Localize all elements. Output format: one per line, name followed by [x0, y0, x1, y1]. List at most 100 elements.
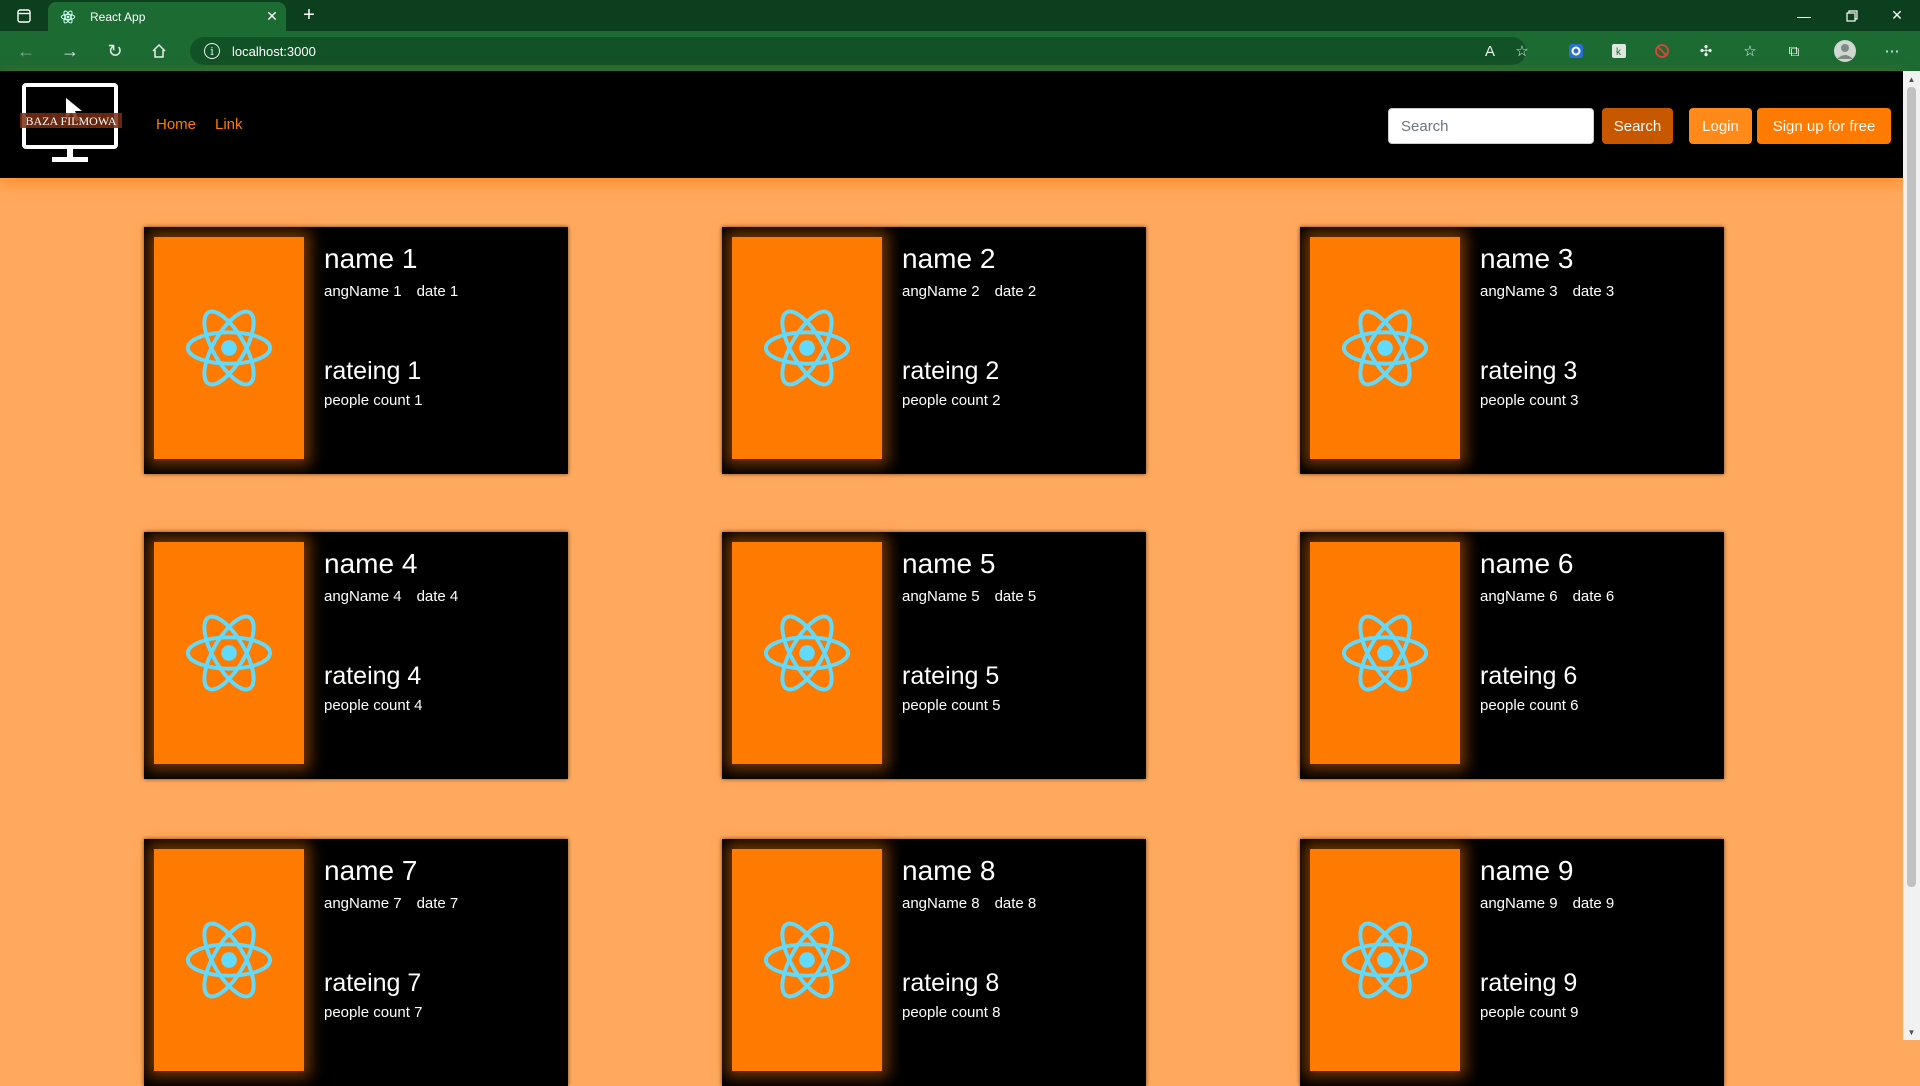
movie-card[interactable]: name 8 angName 8 date 8 rateing 8 people …: [722, 839, 1146, 1086]
signup-button[interactable]: Sign up for free: [1757, 108, 1891, 144]
movie-name: name 1: [324, 243, 418, 274]
movie-date: date 4: [416, 588, 459, 605]
movie-rating: rateing 2: [902, 357, 1000, 385]
add-favorite-icon[interactable]: ☆: [1510, 39, 1534, 63]
search-input[interactable]: [1388, 108, 1594, 144]
movie-people-count: people count 1: [324, 392, 423, 409]
movie-name: name 9: [1480, 855, 1574, 886]
extension-k-icon[interactable]: k: [1607, 39, 1631, 63]
movie-poster: [154, 542, 304, 764]
new-tab-icon[interactable]: +: [296, 4, 322, 28]
nav-link-home[interactable]: Home: [156, 116, 196, 133]
movie-date: date 5: [994, 588, 1037, 605]
movie-card[interactable]: name 7 angName 7 date 7 rateing 7 people …: [144, 839, 568, 1086]
movie-rating: rateing 6: [1480, 662, 1578, 690]
nav-link-link[interactable]: Link: [215, 116, 243, 133]
movie-people-count: people count 3: [1480, 392, 1579, 409]
movie-people-count: people count 5: [902, 697, 1001, 714]
forward-icon[interactable]: →: [52, 31, 88, 71]
react-logo-icon: [763, 309, 851, 387]
movie-date: date 6: [1572, 588, 1615, 605]
movie-people-count: people count 2: [902, 392, 1001, 409]
baza-filmowa-logo[interactable]: BAZA FILMOWA: [20, 81, 125, 169]
movie-card[interactable]: name 1 angName 1 date 1 rateing 1 people …: [144, 227, 568, 474]
movie-poster: [1310, 237, 1460, 459]
movie-ang-name: angName 2: [902, 283, 980, 300]
movie-people-count: people count 7: [324, 1004, 423, 1021]
movie-date: date 1: [416, 283, 459, 300]
react-logo-icon: [185, 921, 273, 999]
movie-meta: angName 1 date 1: [324, 283, 458, 300]
movie-rating: rateing 8: [902, 969, 1000, 997]
react-logo-icon: [1341, 614, 1429, 692]
movie-poster: [154, 849, 304, 1071]
read-aloud-icon[interactable]: A: [1478, 39, 1502, 63]
react-logo-icon: [1341, 309, 1429, 387]
site-navbar: BAZA FILMOWA Home Link Search Login Sign…: [0, 71, 1903, 178]
movie-poster: [732, 542, 882, 764]
movie-name: name 8: [902, 855, 996, 886]
movie-poster: [732, 237, 882, 459]
address-bar[interactable]: i localhost:3000 A ☆: [190, 37, 1529, 65]
back-icon[interactable]: ←: [8, 31, 44, 71]
tab-actions-icon[interactable]: [10, 0, 38, 31]
movie-rating: rateing 1: [324, 357, 422, 385]
movie-ang-name: angName 9: [1480, 895, 1558, 912]
url-text: localhost:3000: [232, 43, 316, 59]
movie-name: name 6: [1480, 548, 1574, 579]
movie-ang-name: angName 6: [1480, 588, 1558, 605]
movie-rating: rateing 7: [324, 969, 422, 997]
close-tab-icon[interactable]: ✕: [258, 8, 286, 25]
extension-circle-icon[interactable]: [1564, 39, 1588, 63]
react-logo-icon: [185, 614, 273, 692]
movie-name: name 4: [324, 548, 418, 579]
movie-meta: angName 9 date 9: [1480, 895, 1614, 912]
movie-card[interactable]: name 9 angName 9 date 9 rateing 9 people …: [1300, 839, 1724, 1086]
movie-rating: rateing 3: [1480, 357, 1578, 385]
movie-date: date 2: [994, 283, 1037, 300]
movie-card[interactable]: name 6 angName 6 date 6 rateing 6 people …: [1300, 532, 1724, 779]
search-button[interactable]: Search: [1602, 108, 1673, 144]
block-icon[interactable]: [1650, 39, 1674, 63]
movie-card[interactable]: name 3 angName 3 date 3 rateing 3 people …: [1300, 227, 1724, 474]
react-logo-icon: [1341, 921, 1429, 999]
movie-people-count: people count 8: [902, 1004, 1001, 1021]
minimize-icon[interactable]: —: [1790, 0, 1818, 31]
login-button[interactable]: Login: [1689, 108, 1752, 144]
movie-meta: angName 7 date 7: [324, 895, 458, 912]
extensions-puzzle-icon[interactable]: ✣: [1694, 39, 1718, 63]
profile-avatar-icon[interactable]: [1833, 39, 1857, 63]
movie-date: date 7: [416, 895, 459, 912]
home-icon[interactable]: [141, 31, 177, 71]
movie-card[interactable]: name 5 angName 5 date 5 rateing 5 people …: [722, 532, 1146, 779]
movie-ang-name: angName 1: [324, 283, 402, 300]
logo-text: BAZA FILMOWA: [25, 114, 117, 128]
movie-meta: angName 8 date 8: [902, 895, 1036, 912]
movie-meta: angName 6 date 6: [1480, 588, 1614, 605]
movie-date: date 9: [1572, 895, 1615, 912]
movie-ang-name: angName 4: [324, 588, 402, 605]
scroll-up-icon[interactable]: ▲: [1903, 71, 1920, 87]
movie-rating: rateing 9: [1480, 969, 1578, 997]
react-logo-icon: [763, 921, 851, 999]
scroll-down-icon[interactable]: ▼: [1903, 1024, 1920, 1040]
site-info-icon[interactable]: i: [204, 43, 220, 59]
movie-meta: angName 3 date 3: [1480, 283, 1614, 300]
browser-tab-strip: React App ✕ + — ✕: [0, 0, 1920, 31]
collections-icon[interactable]: ⧉: [1782, 39, 1806, 63]
movie-name: name 7: [324, 855, 418, 886]
favorites-icon[interactable]: ☆: [1738, 39, 1762, 63]
movie-rating: rateing 5: [902, 662, 1000, 690]
page-scrollbar[interactable]: ▲ ▼: [1903, 71, 1920, 1040]
settings-menu-icon[interactable]: ⋯: [1880, 39, 1904, 63]
movie-card[interactable]: name 2 angName 2 date 2 rateing 2 people …: [722, 227, 1146, 474]
movie-ang-name: angName 3: [1480, 283, 1558, 300]
browser-tab[interactable]: React App ✕: [48, 2, 286, 31]
react-logo-icon: [763, 614, 851, 692]
movie-card[interactable]: name 4 angName 4 date 4 rateing 4 people …: [144, 532, 568, 779]
restore-icon[interactable]: [1838, 0, 1866, 31]
close-window-icon[interactable]: ✕: [1882, 0, 1912, 31]
refresh-icon[interactable]: ↻: [97, 31, 133, 71]
scrollbar-thumb[interactable]: [1907, 87, 1916, 887]
movie-ang-name: angName 8: [902, 895, 980, 912]
